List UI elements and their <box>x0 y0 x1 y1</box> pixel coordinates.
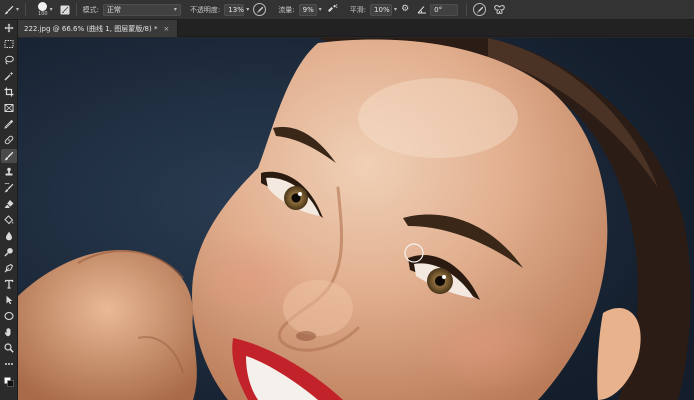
chevron-down-icon: ▾ <box>16 6 20 13</box>
mode-select[interactable]: 正常 ▾ <box>102 3 181 16</box>
flow-slider-toggle[interactable]: ▾ <box>319 6 322 13</box>
opacity-label: 不透明度: <box>189 5 221 14</box>
brush-tool-icon <box>4 151 14 161</box>
mode-label: 模式: <box>82 5 99 14</box>
brush-tool[interactable] <box>1 149 17 163</box>
history-brush-icon <box>4 183 14 193</box>
separator <box>75 3 77 16</box>
portrait-photo <box>18 38 694 400</box>
water-drop-icon <box>6 231 12 241</box>
ellipse-shape-icon <box>4 311 14 321</box>
smoothing-group: 平滑: 10% ▾ ⚙ <box>350 0 409 20</box>
bandage-icon <box>4 135 14 145</box>
brush-icon <box>4 5 14 14</box>
brush-tip-icon <box>38 2 48 11</box>
pen-nib-icon <box>4 263 14 273</box>
paint-bucket-icon <box>4 215 14 225</box>
document-tab-bar: 222.jpg @ 66.6% (曲线 1, 图层蒙版/8) * × <box>18 20 694 37</box>
opacity-slider-toggle[interactable]: ▾ <box>246 6 249 13</box>
smoothing-slider-toggle[interactable]: ▾ <box>394 6 397 13</box>
eraser-tool[interactable] <box>1 197 17 211</box>
separator <box>25 3 27 16</box>
mode-group: 模式: 正常 ▾ <box>83 0 181 20</box>
gear-icon[interactable]: ⚙ <box>401 5 409 14</box>
clone-stamp-tool[interactable] <box>1 165 17 179</box>
swap-colors-icon <box>4 377 14 387</box>
angle-input[interactable]: 0° <box>430 3 459 16</box>
chevron-down-icon: ▾ <box>173 6 177 13</box>
eyedropper-icon <box>4 119 14 129</box>
magic-wand-icon <box>4 71 14 81</box>
marquee-icon <box>4 40 14 48</box>
pen-pressure-icon <box>256 6 264 13</box>
frame-tool[interactable] <box>1 101 17 115</box>
eraser-icon <box>4 200 14 208</box>
arrow-cursor-icon <box>6 295 13 305</box>
lasso-icon <box>5 55 14 65</box>
brush-settings-toggle[interactable] <box>60 0 70 20</box>
brush-preset-picker[interactable]: 100 ▾ <box>32 0 53 20</box>
magic-wand-tool[interactable] <box>1 69 17 83</box>
dodge-tool[interactable] <box>1 245 17 259</box>
history-brush-tool[interactable] <box>1 181 17 195</box>
type-tool[interactable] <box>1 277 17 291</box>
more-tools[interactable] <box>1 357 17 371</box>
smoothing-label: 平滑: <box>349 5 367 14</box>
lasso-tool[interactable] <box>1 53 17 67</box>
pen-tool[interactable] <box>1 261 17 275</box>
airbrush-icon[interactable] <box>327 3 338 16</box>
blur-tool[interactable] <box>1 229 17 243</box>
dodge-icon <box>4 248 13 257</box>
close-icon[interactable]: × <box>163 25 169 33</box>
mode-value: 正常 <box>106 5 121 14</box>
brush-settings-icon <box>60 5 70 14</box>
flow-group: 流量: 9% ▾ <box>278 0 338 20</box>
zoom-tool[interactable] <box>1 341 17 355</box>
paint-bucket-tool[interactable] <box>1 213 17 227</box>
rectangle-tool[interactable] <box>1 309 17 323</box>
opacity-group: 不透明度: 13% ▾ <box>189 0 267 20</box>
zoom-icon <box>4 343 14 353</box>
smoothing-input[interactable]: 10% <box>370 3 393 16</box>
move-tool[interactable] <box>1 21 17 35</box>
hand-icon <box>4 327 11 337</box>
frame-icon <box>4 104 14 112</box>
type-icon <box>4 279 14 289</box>
pressure-opacity-button[interactable] <box>253 3 267 16</box>
tools-panel <box>0 20 18 400</box>
document-tab[interactable]: 222.jpg @ 66.6% (曲线 1, 图层蒙版/8) * × <box>18 20 179 37</box>
brush-size-value: 100 <box>38 11 48 17</box>
marquee-tool[interactable] <box>1 37 17 51</box>
options-bar: ▾ 100 ▾ 模式: 正常 ▾ 不透明度: 13% ▾ 流量: 9% ▾ 平滑… <box>0 0 694 20</box>
document-canvas[interactable] <box>18 38 694 400</box>
opacity-input[interactable]: 13% <box>224 3 245 16</box>
separator <box>466 3 468 16</box>
symmetry-button[interactable] <box>494 0 505 20</box>
stamp-icon <box>5 167 13 176</box>
pen-pressure-size-icon <box>476 6 483 13</box>
flow-input[interactable]: 9% <box>298 3 317 16</box>
butterfly-icon <box>494 4 505 14</box>
angle-group: 0° <box>417 0 459 20</box>
pressure-size-circle <box>473 3 487 16</box>
document-tab-title: 222.jpg @ 66.6% (曲线 1, 图层蒙版/8) * <box>24 24 158 33</box>
hand-tool[interactable] <box>1 325 17 339</box>
pressure-size-button[interactable] <box>473 0 487 20</box>
healing-brush-tool[interactable] <box>1 133 17 147</box>
move-icon <box>4 23 14 33</box>
angle-icon <box>417 6 427 14</box>
color-swatches[interactable] <box>1 375 17 389</box>
path-selection-tool[interactable] <box>1 293 17 307</box>
eyedropper-tool[interactable] <box>1 117 17 131</box>
crop-tool[interactable] <box>1 85 17 99</box>
tool-preset-picker[interactable]: ▾ <box>4 0 19 20</box>
crop-icon <box>4 87 14 97</box>
flow-label: 流量: <box>278 5 295 14</box>
airbrush-glyph <box>327 3 338 12</box>
more-icon <box>5 363 13 365</box>
chevron-down-icon: ▾ <box>49 6 53 13</box>
